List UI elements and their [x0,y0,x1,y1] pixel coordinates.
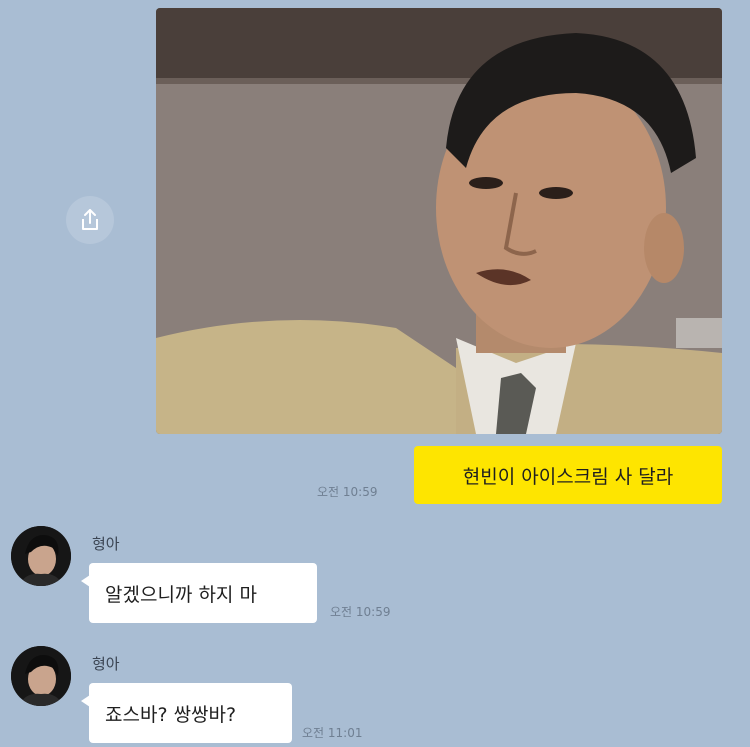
avatar[interactable] [11,646,71,706]
incoming-message-bubble[interactable]: 죠스바? 쌍쌍바? [81,683,292,743]
incoming-timestamp: 오전 11:01 [302,726,363,740]
shared-photo-message[interactable] [156,8,722,434]
share-icon [82,209,98,230]
profile-photo [11,526,71,586]
incoming-message-bubble[interactable]: 알겠으니까 하지 마 [81,563,317,623]
share-button[interactable] [66,196,114,244]
avatar[interactable] [11,526,71,586]
profile-photo [11,646,71,706]
sender-name: 형아 [92,655,120,673]
chat-room: 오전 10:59 현빈이 아이스크림 사 달라 형아 알겠으니까 하지 마 오전… [0,0,750,747]
meme-photo [156,8,722,434]
incoming-timestamp: 오전 10:59 [330,605,391,619]
sender-name: 형아 [92,535,120,553]
outgoing-timestamp: 오전 10:59 [317,485,378,499]
outgoing-message-bubble[interactable]: 현빈이 아이스크림 사 달라 [414,446,722,504]
